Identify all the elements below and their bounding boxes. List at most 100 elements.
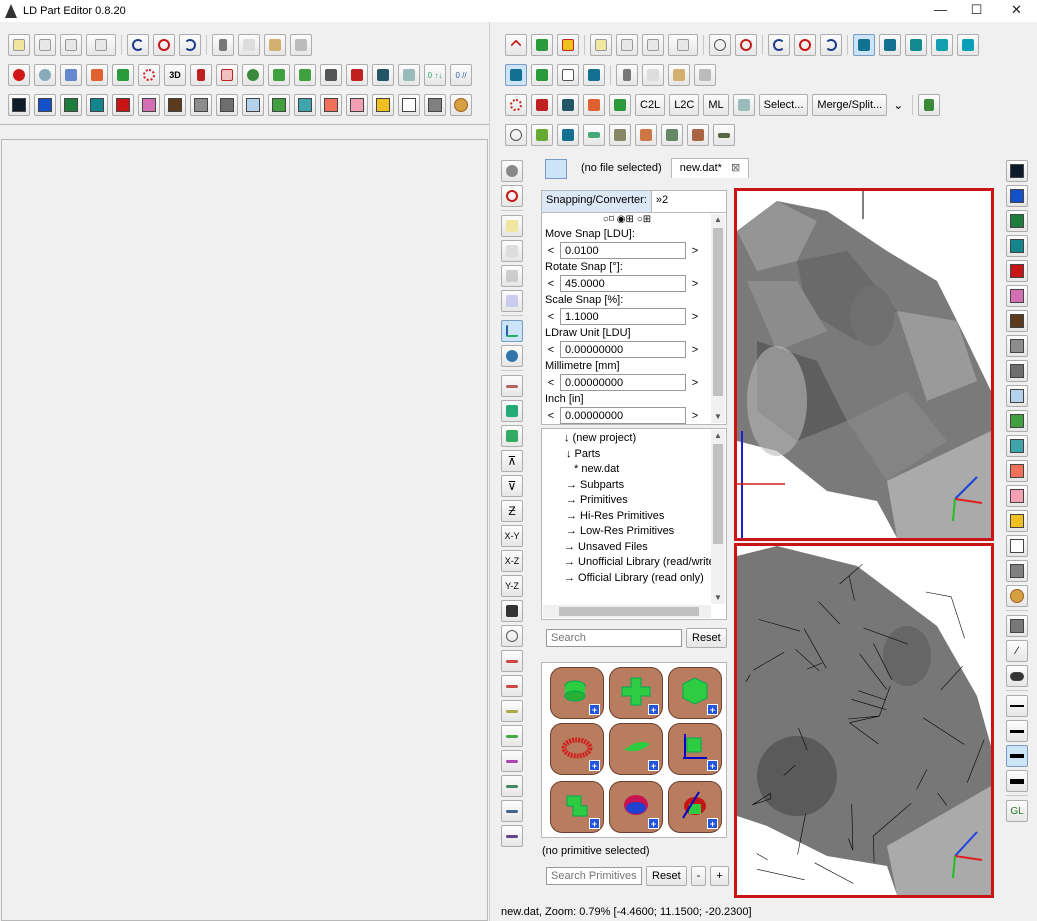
decrement-arrow[interactable]: < (542, 278, 560, 290)
hide-icon[interactable] (709, 34, 731, 56)
toggle-icon[interactable] (1006, 665, 1028, 687)
snap-value-input[interactable] (560, 242, 686, 259)
color-swatch-10[interactable] (268, 94, 290, 116)
render-mode-icon-5[interactable] (957, 34, 979, 56)
tool-icon-t2[interactable] (531, 124, 553, 146)
color-swatch-5[interactable] (138, 94, 160, 116)
add-primitive-icon[interactable] (918, 94, 941, 116)
select-subfiles-icon[interactable] (583, 64, 605, 86)
history-icon-2[interactable] (794, 34, 816, 56)
primitive-rotate[interactable]: + (668, 781, 722, 833)
line-tool-icon[interactable] (505, 34, 527, 56)
tool-icon-v8[interactable] (501, 775, 523, 797)
tool-icon-v6[interactable] (501, 725, 523, 747)
snap-value-input[interactable] (560, 341, 686, 358)
sidebar-color-swatch-1[interactable] (1006, 185, 1028, 207)
decrement-arrow[interactable]: < (542, 377, 560, 389)
color-swatch-13[interactable] (346, 94, 368, 116)
save-dat-icon[interactable] (60, 34, 82, 56)
left-editor-area[interactable] (1, 139, 488, 921)
color-swatch-9[interactable] (242, 94, 264, 116)
maximize-button[interactable]: ☐ (959, 0, 994, 20)
line-thickest-icon[interactable] (1006, 770, 1028, 792)
pane-splitter[interactable] (489, 22, 492, 921)
sort-icon[interactable] (60, 64, 82, 86)
primitive-cylinders[interactable]: + (550, 667, 604, 719)
primitive-disc[interactable]: + (609, 723, 663, 775)
view-3d-button[interactable]: 3D (164, 64, 186, 86)
sidebar-color-swatch-2[interactable] (1006, 210, 1028, 232)
open-dat-icon[interactable] (34, 34, 56, 56)
new-file-icon[interactable] (501, 215, 523, 237)
increment-arrow[interactable]: > (686, 311, 704, 323)
snapping-scrollbar[interactable]: ▲ ▼ (711, 214, 725, 423)
tool-icon-v7[interactable] (501, 750, 523, 772)
color-swatch-6[interactable] (164, 94, 186, 116)
color-swatch-4[interactable] (112, 94, 134, 116)
increment-arrow[interactable]: > (686, 278, 704, 290)
sidebar-color-swatch-7[interactable] (1006, 335, 1028, 357)
tool-icon-v1[interactable] (501, 600, 523, 622)
3d-viewport-bottom[interactable] (734, 543, 994, 898)
chevron-down-icon[interactable]: ⌄ (893, 98, 903, 112)
line-thick-icon[interactable] (1006, 745, 1028, 767)
delete-icon-2[interactable] (694, 64, 716, 86)
tab-no-file[interactable]: (no file selected) (572, 158, 671, 178)
increment-arrow[interactable]: > (686, 377, 704, 389)
sidebar-color-swatch-11[interactable] (1006, 435, 1028, 457)
quad-tool-icon[interactable] (557, 34, 579, 56)
select-faces-icon[interactable] (557, 64, 579, 86)
save-dat-icon-2[interactable] (642, 34, 664, 56)
color-swatch-14[interactable] (372, 94, 394, 116)
history-icon-3[interactable] (501, 185, 523, 207)
paste-icon[interactable] (264, 34, 286, 56)
color-swatch-7[interactable] (190, 94, 212, 116)
tree-search-input[interactable] (546, 629, 682, 647)
decrement-arrow[interactable]: < (542, 245, 560, 257)
redo-icon[interactable] (179, 34, 201, 56)
color-swatch-3[interactable] (86, 94, 108, 116)
yz-view-button[interactable]: Y-Z (501, 575, 523, 597)
tool-icon-t8[interactable] (687, 124, 709, 146)
move-icon[interactable] (501, 425, 523, 447)
tool-icon-v5[interactable] (501, 700, 523, 722)
open-dat-icon-2[interactable] (616, 34, 638, 56)
tree-item[interactable]: → Unofficial Library (read/write) (542, 555, 726, 571)
color-swatch-1[interactable] (34, 94, 56, 116)
tree-item[interactable]: → Low-Res Primitives (542, 524, 726, 540)
color-swatch-8[interactable] (216, 94, 238, 116)
record-icon[interactable] (501, 160, 523, 182)
tool-icon-v10[interactable] (501, 825, 523, 847)
snap-value-input[interactable] (560, 374, 686, 391)
minimize-button[interactable]: — (923, 0, 958, 20)
tool-icon-v4[interactable] (501, 675, 523, 697)
triangle-tool-icon[interactable] (531, 34, 553, 56)
snap-mode-radios[interactable]: ○⌑ ◉⊞ ○⊞ (542, 213, 726, 227)
tree-item[interactable]: ↓ (new project) (542, 431, 726, 447)
primitive-zoom-out-button[interactable]: - (690, 866, 707, 886)
new-dat-icon[interactable] (8, 34, 30, 56)
snap-value-input[interactable] (560, 275, 686, 292)
axis-icon-2[interactable] (501, 400, 523, 422)
tool-icon-10[interactable] (372, 64, 394, 86)
perspective-icon[interactable] (501, 320, 523, 342)
undo-icon[interactable] (127, 34, 149, 56)
copy-icon-2[interactable] (642, 64, 664, 86)
globe-icon[interactable] (242, 64, 264, 86)
tool-icon-5[interactable] (216, 64, 238, 86)
color-swatch-11[interactable] (294, 94, 316, 116)
tool-icon-t3[interactable] (557, 124, 579, 146)
tool-icon-t6[interactable] (635, 124, 657, 146)
palette-icon[interactable] (450, 94, 472, 116)
tree-item[interactable]: → Hi-Res Primitives (542, 509, 726, 525)
tool-icon-11[interactable] (398, 64, 420, 86)
sidebar-color-swatch-16[interactable] (1006, 560, 1028, 582)
tool-icon-r5[interactable] (609, 94, 631, 116)
tool-icon-t1[interactable] (505, 124, 527, 146)
tree-item[interactable]: → Official Library (read only) (542, 571, 726, 587)
tree-item[interactable]: → Subparts (542, 478, 726, 494)
filter-icon[interactable]: ⊽ (501, 475, 523, 497)
tool-icon-2[interactable] (112, 64, 134, 86)
tool-icon-v9[interactable] (501, 800, 523, 822)
tool-icon-r4[interactable] (583, 94, 605, 116)
